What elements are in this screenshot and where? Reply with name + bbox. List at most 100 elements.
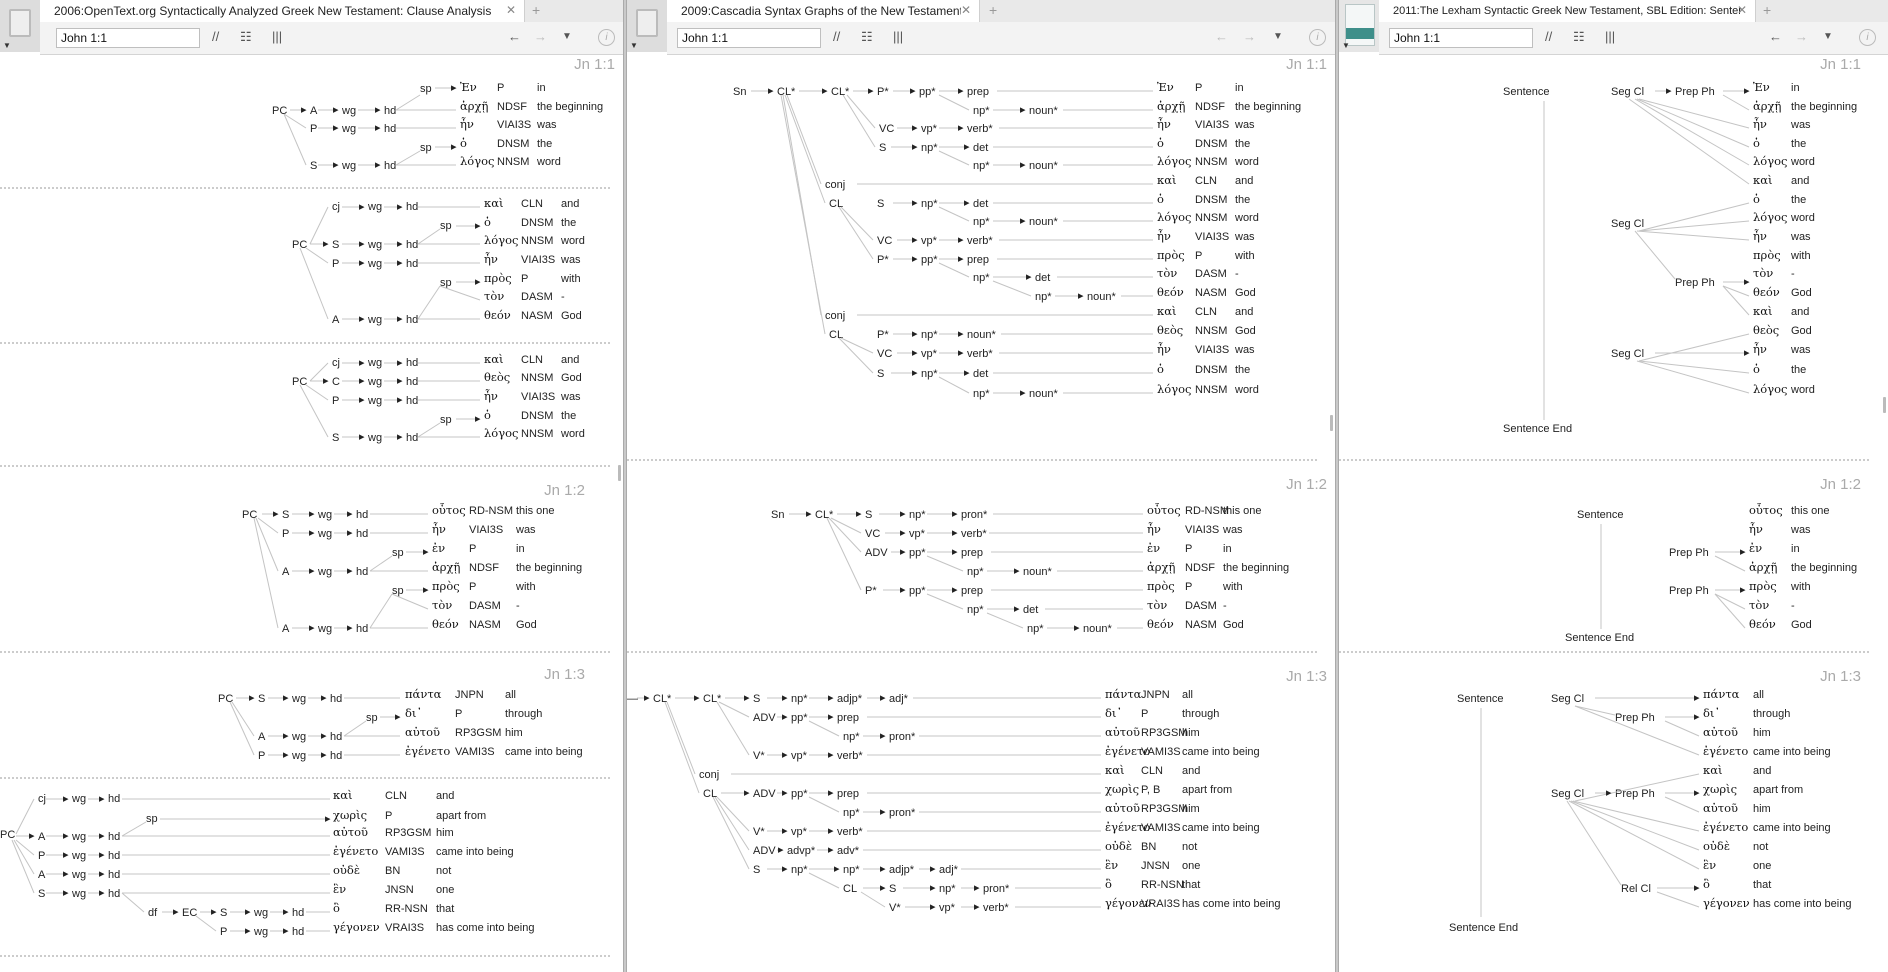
node-label: ADV: [865, 547, 888, 559]
node-label: adjp*: [889, 864, 915, 876]
reference-input[interactable]: [1389, 28, 1533, 48]
node-label: det: [973, 368, 988, 380]
close-icon[interactable]: ✕: [1737, 3, 1747, 17]
close-icon[interactable]: ✕: [506, 3, 516, 17]
arrow-head: ▸: [63, 887, 69, 899]
tree-edge: [253, 517, 279, 629]
scrollbar[interactable]: [1330, 415, 1333, 431]
back-icon[interactable]: ←: [508, 29, 521, 44]
book-icon[interactable]: ▼: [0, 0, 41, 52]
layout-icon[interactable]: ☷: [861, 29, 873, 45]
node-label: CL*: [777, 86, 796, 98]
arrow-head: ▸: [283, 730, 289, 742]
greek-word: λόγος: [460, 154, 494, 168]
info-icon[interactable]: i: [598, 29, 615, 46]
back-icon[interactable]: ←: [1215, 29, 1228, 44]
morph-tag: DASM: [469, 600, 501, 612]
add-tab-icon[interactable]: +: [989, 2, 997, 18]
arrow-head: ▸: [900, 584, 906, 596]
morph-tag: DNSM: [1195, 364, 1227, 376]
parallel-icon[interactable]: //: [1545, 29, 1552, 44]
node-label: prep: [837, 788, 859, 800]
verse-reference: Jn 1:2: [544, 482, 585, 499]
greek-word: τὸν: [1157, 266, 1177, 280]
greek-word: ὁ: [484, 215, 491, 229]
forward-icon[interactable]: →: [1795, 29, 1808, 44]
add-tab-icon[interactable]: +: [1763, 2, 1771, 18]
arrow-head: ▸: [63, 793, 69, 805]
verse-reference: Jn 1:3: [1286, 668, 1327, 685]
node-label: C: [332, 376, 340, 388]
parallel-icon[interactable]: //: [833, 29, 840, 44]
tree-edge: [714, 796, 750, 851]
tree-edge: [926, 555, 964, 572]
add-tab-icon[interactable]: +: [532, 2, 540, 18]
morph-tag: BN: [385, 865, 400, 877]
greek-word: ἐγένετο: [1703, 744, 1748, 758]
tab-book[interactable]: 2009:Cascadia Syntax Graphs of the New T…: [667, 0, 980, 22]
node-label: Sentence: [1577, 509, 1623, 521]
greek-word: λόγος: [1157, 210, 1191, 224]
reference-input[interactable]: [56, 28, 200, 48]
menu-icon[interactable]: ▼: [1823, 31, 1833, 42]
greek-word: οὐδὲ: [1703, 839, 1730, 853]
info-icon[interactable]: i: [1309, 29, 1326, 46]
book-icon[interactable]: ▼: [627, 0, 668, 52]
arrow-head: ▸: [806, 508, 812, 520]
morph-tag: VIAI3S: [1185, 524, 1219, 536]
english-gloss: in: [1223, 543, 1232, 555]
arrow-head: ▸: [347, 622, 353, 634]
arrow-head: ▸: [283, 749, 289, 761]
tree-edge: [299, 247, 329, 320]
tab-title: 2006:OpenText.org Syntactically Analyzed…: [54, 4, 492, 18]
greek-word: θεόν: [1147, 617, 1174, 631]
english-gloss: the beginning: [1791, 101, 1857, 113]
greek-word: θεὸς: [1157, 323, 1183, 337]
greek-word: ἐγένετο: [1703, 820, 1748, 834]
tab-book[interactable]: 2011:The Lexham Syntactic Greek New Test…: [1379, 0, 1756, 22]
morph-tag: VIAI3S: [497, 119, 531, 131]
layout-icon[interactable]: ☷: [1573, 29, 1585, 45]
pane-content[interactable]: Jn 1:1 Ἐν Pin ἀρχῇ NDSF the beginning ἦν VIAI3S…: [0, 55, 623, 972]
morph-tag: P: [1141, 708, 1148, 720]
close-icon[interactable]: ✕: [961, 3, 971, 17]
layout-icon[interactable]: ☷: [240, 29, 252, 45]
english-gloss: apart from: [436, 810, 486, 822]
node-label: hd: [406, 239, 418, 251]
tab-book[interactable]: 2006:OpenText.org Syntactically Analyzed…: [40, 0, 525, 22]
node-label: pp*: [909, 585, 926, 597]
columns-icon[interactable]: |||: [272, 29, 282, 44]
forward-icon[interactable]: →: [534, 29, 547, 44]
node-label: —: [627, 693, 638, 705]
columns-icon[interactable]: |||: [1605, 29, 1615, 44]
english-gloss: -: [1791, 268, 1795, 280]
node-label: sp: [146, 813, 158, 825]
reference-input[interactable]: [677, 28, 821, 48]
arrow-head: ▸: [828, 749, 834, 761]
node-label: pp*: [919, 86, 936, 98]
arrow-head: ▸: [952, 546, 958, 558]
node-label: Sentence End: [1503, 423, 1572, 435]
info-icon[interactable]: i: [1859, 29, 1876, 46]
book-cover-icon[interactable]: ▼: [1339, 0, 1380, 52]
arrow-head: ▸: [828, 825, 834, 837]
parallel-icon[interactable]: //: [212, 29, 219, 44]
columns-icon[interactable]: |||: [893, 29, 903, 44]
scrollbar[interactable]: [618, 465, 621, 481]
node-label: np*: [909, 509, 926, 521]
greek-word: οὐδὲ: [1105, 839, 1132, 853]
tree-edge: [826, 517, 862, 591]
greek-word: ἐν: [1147, 541, 1160, 555]
back-icon[interactable]: ←: [1769, 29, 1782, 44]
scrollbar[interactable]: [1883, 397, 1886, 413]
arrow-head: ▸: [347, 508, 353, 520]
node-label: np*: [791, 864, 808, 876]
morph-tag: JNPN: [1141, 689, 1170, 701]
pane-content[interactable]: Jn 1:1 Ἐν in ἀρχῇ the beginning ἦν was ὁ the λόγο…: [1339, 55, 1888, 972]
arrow-head: ▸: [309, 527, 315, 539]
forward-icon[interactable]: →: [1243, 29, 1256, 44]
menu-icon[interactable]: ▼: [562, 31, 572, 42]
greek-word: ὃ: [1703, 877, 1710, 891]
pane-content[interactable]: Jn 1:1 Ἐν Pin ἀρχῇ NDSF the beginning ἦν VIAI3S…: [627, 55, 1335, 972]
menu-icon[interactable]: ▼: [1273, 31, 1283, 42]
